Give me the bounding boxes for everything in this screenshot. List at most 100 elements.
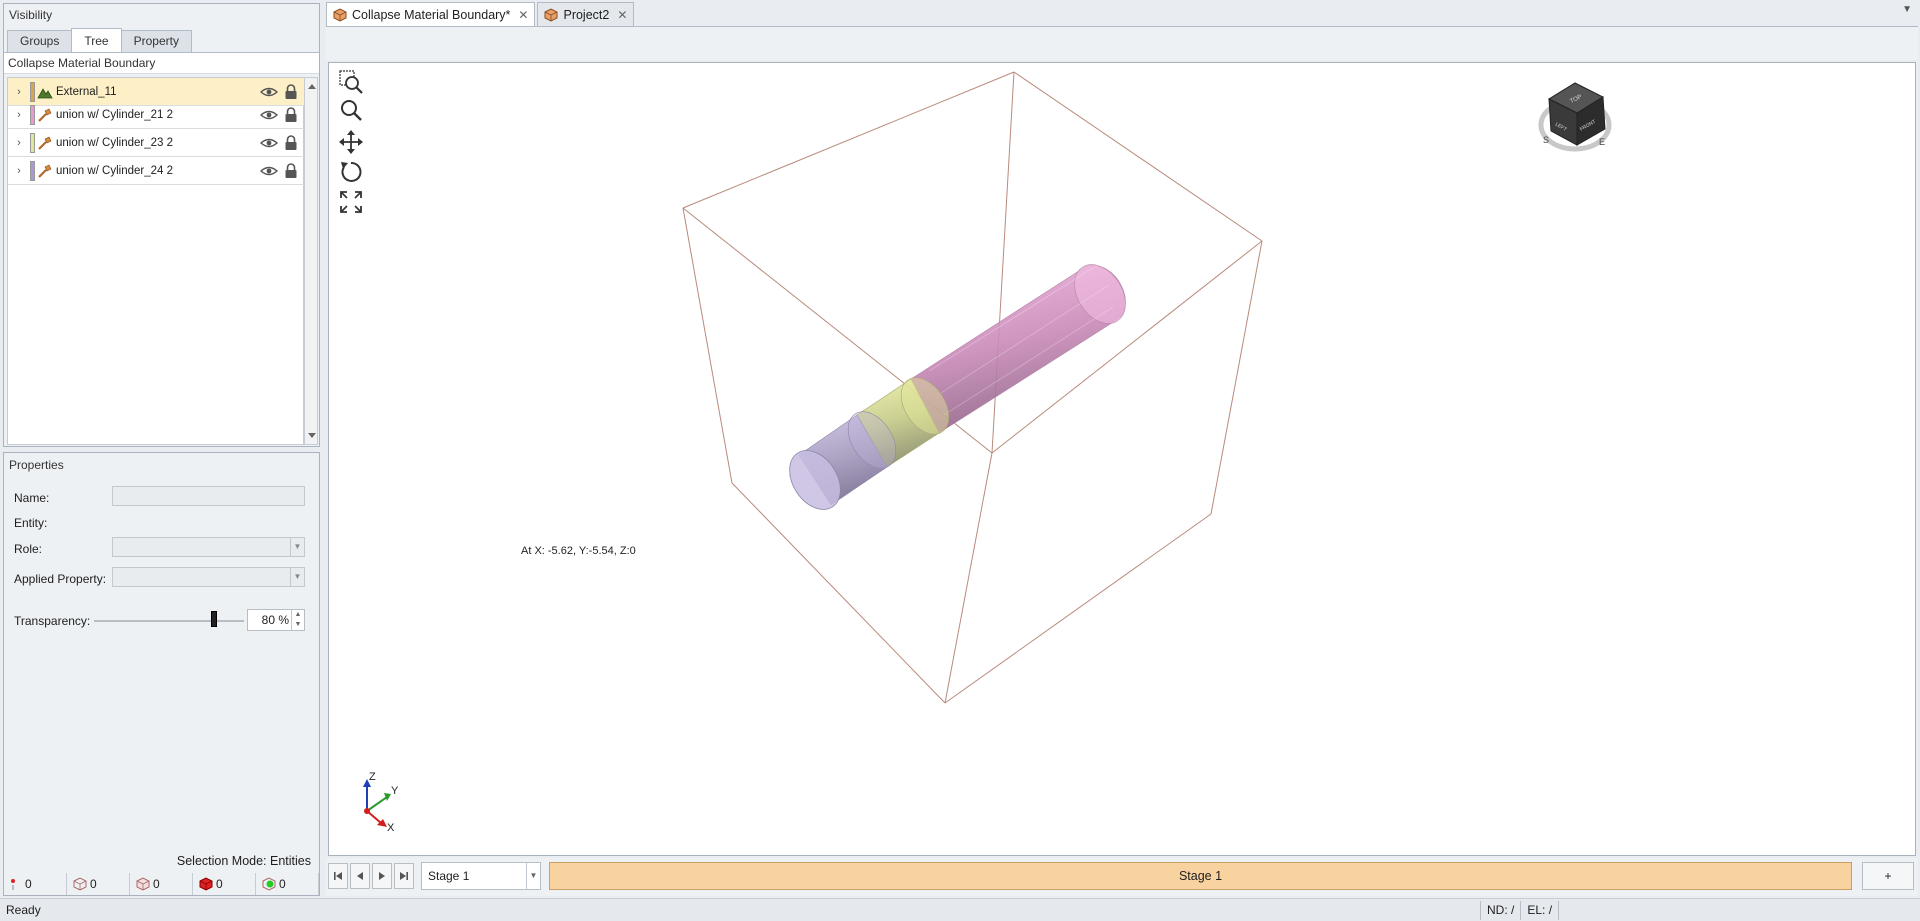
skip-last-icon: [400, 872, 408, 880]
expand-chevron-icon[interactable]: ›: [8, 165, 30, 177]
shell-icon: [136, 877, 150, 891]
face-icon: [73, 877, 87, 891]
selection-counts: 0 0 0 0 0: [4, 873, 319, 895]
shell-count: 0: [130, 873, 193, 895]
tree-header: Collapse Material Boundary: [4, 52, 319, 74]
chevron-down-icon: ▼: [526, 863, 540, 889]
tree-scrollbar[interactable]: [304, 77, 318, 445]
eye-icon[interactable]: [260, 164, 278, 178]
tree-item-label: union w/ Cylinder_21 2: [56, 108, 173, 121]
last-stage-button[interactable]: [394, 863, 414, 889]
left-panel: Visibility Groups Tree Property Collapse…: [0, 0, 322, 898]
group-icon: [262, 877, 276, 891]
solid-icon: [199, 877, 213, 891]
scene-canvas[interactable]: Z Y X TOP LEFT FRONT S E: [329, 63, 1916, 856]
name-field[interactable]: [112, 486, 305, 506]
axis-x-label: X: [387, 822, 395, 834]
geometry-tool-icon: [38, 164, 52, 178]
tab-list-chevron-icon[interactable]: ▼: [1902, 4, 1912, 15]
transparency-spinbox[interactable]: 80 % ▲ ▼: [247, 609, 305, 631]
properties-panel: Properties Name: Entity: Role: ▼ Applied…: [3, 452, 320, 896]
eye-icon[interactable]: [260, 85, 278, 99]
visibility-tabs: Groups Tree Property: [4, 28, 192, 52]
navigation-cube[interactable]: TOP LEFT FRONT S E: [1538, 82, 1612, 152]
tree-item-cylinder-23[interactable]: › union w/ Cylinder_23 2: [8, 129, 305, 157]
visibility-panel: Visibility Groups Tree Property Collapse…: [3, 3, 320, 447]
fit-view-icon[interactable]: [338, 189, 364, 215]
stage-select[interactable]: Stage 1 ▼: [421, 862, 541, 890]
lock-icon[interactable]: [284, 134, 298, 151]
tree-item-label: union w/ Cylinder_23 2: [56, 136, 173, 149]
spin-arrows-icon[interactable]: ▲ ▼: [291, 610, 304, 630]
scroll-up-arrow-icon[interactable]: [308, 84, 316, 89]
applied-property-label: Applied Property:: [14, 572, 107, 586]
stage-timeline-bar[interactable]: Stage 1: [549, 862, 1852, 890]
chevron-down-icon: ▼: [290, 538, 304, 556]
role-label: Role:: [14, 542, 43, 556]
transparency-slider-track[interactable]: [94, 620, 244, 622]
tree-item-label: External_11: [56, 85, 117, 98]
expand-chevron-icon[interactable]: ›: [8, 86, 30, 98]
tab-groups[interactable]: Groups: [7, 30, 73, 52]
status-bar: Ready ND: / EL: /: [0, 898, 1920, 921]
previous-icon: [357, 872, 363, 880]
nav-cube-s-label: S: [1543, 135, 1549, 145]
model-icon: [333, 7, 347, 22]
selection-mode-text: Selection Mode: Entities: [176, 854, 311, 868]
node-count: 0: [4, 873, 67, 895]
item-color-swatch: [30, 132, 35, 153]
lock-icon[interactable]: [284, 83, 298, 100]
3d-viewport[interactable]: Z Y X TOP LEFT FRONT S E At X: -5.62, Y:…: [328, 62, 1916, 856]
item-color-swatch: [30, 81, 35, 102]
face-count: 0: [67, 873, 130, 895]
group-count: 0: [256, 873, 319, 895]
next-stage-button[interactable]: [372, 863, 392, 889]
item-color-swatch: [30, 160, 35, 181]
axis-triad: Z Y X: [363, 771, 399, 834]
node-count-status: ND: /: [1487, 901, 1522, 920]
status-right: ND: / EL: /: [1480, 901, 1565, 920]
previous-stage-button[interactable]: [350, 863, 370, 889]
terrain-icon: [37, 87, 53, 98]
add-stage-button[interactable]: +: [1862, 862, 1914, 890]
transparency-slider-thumb[interactable]: [211, 611, 217, 627]
close-icon[interactable]: ✕: [518, 8, 528, 22]
expand-chevron-icon[interactable]: ›: [8, 109, 30, 121]
eye-icon[interactable]: [260, 108, 278, 122]
applied-property-select[interactable]: ▼: [112, 567, 305, 587]
rotate-icon[interactable]: [338, 159, 364, 185]
tab-tree[interactable]: Tree: [71, 28, 122, 52]
item-color-swatch: [30, 104, 35, 125]
document-tabs: Collapse Material Boundary* ✕ Project2 ✕: [326, 2, 636, 26]
tab-project2[interactable]: Project2 ✕: [537, 2, 635, 26]
pan-icon[interactable]: [338, 129, 364, 155]
tree-list: › External_11 › union w/ Cylinder_21 2 ›…: [7, 77, 305, 445]
role-select[interactable]: ▼: [112, 537, 305, 557]
axis-y-label: Y: [391, 785, 399, 797]
lock-icon[interactable]: [284, 106, 298, 123]
zoom-window-icon[interactable]: [338, 69, 364, 95]
next-icon: [379, 872, 385, 880]
scroll-down-arrow-icon[interactable]: [308, 433, 316, 438]
first-stage-button[interactable]: [328, 863, 348, 889]
stage-bar: Stage 1 ▼ Stage 1 +: [326, 858, 1918, 896]
close-icon[interactable]: ✕: [617, 8, 627, 22]
tree-item-cylinder-21[interactable]: › union w/ Cylinder_21 2: [8, 101, 305, 129]
transparency-value: 80 %: [261, 613, 289, 627]
coordinate-readout: At X: -5.62, Y:-5.54, Z:0: [521, 545, 636, 557]
skip-first-icon: [334, 872, 342, 880]
entity-label: Entity:: [14, 516, 48, 530]
tab-property[interactable]: Property: [120, 30, 192, 52]
lock-icon[interactable]: [284, 162, 298, 179]
tab-collapse-material-boundary[interactable]: Collapse Material Boundary* ✕: [326, 2, 536, 26]
expand-chevron-icon[interactable]: ›: [8, 137, 30, 149]
document-toolbar-strip: [326, 26, 1918, 60]
geometry-tool-icon: [38, 108, 52, 122]
chevron-down-icon: ▼: [290, 568, 304, 586]
status-text: Ready: [6, 903, 41, 917]
geometry-tool-icon: [38, 136, 52, 150]
zoom-icon[interactable]: [338, 97, 364, 123]
node-icon: [11, 879, 15, 890]
tree-item-cylinder-24[interactable]: › union w/ Cylinder_24 2: [8, 157, 305, 185]
eye-icon[interactable]: [260, 136, 278, 150]
